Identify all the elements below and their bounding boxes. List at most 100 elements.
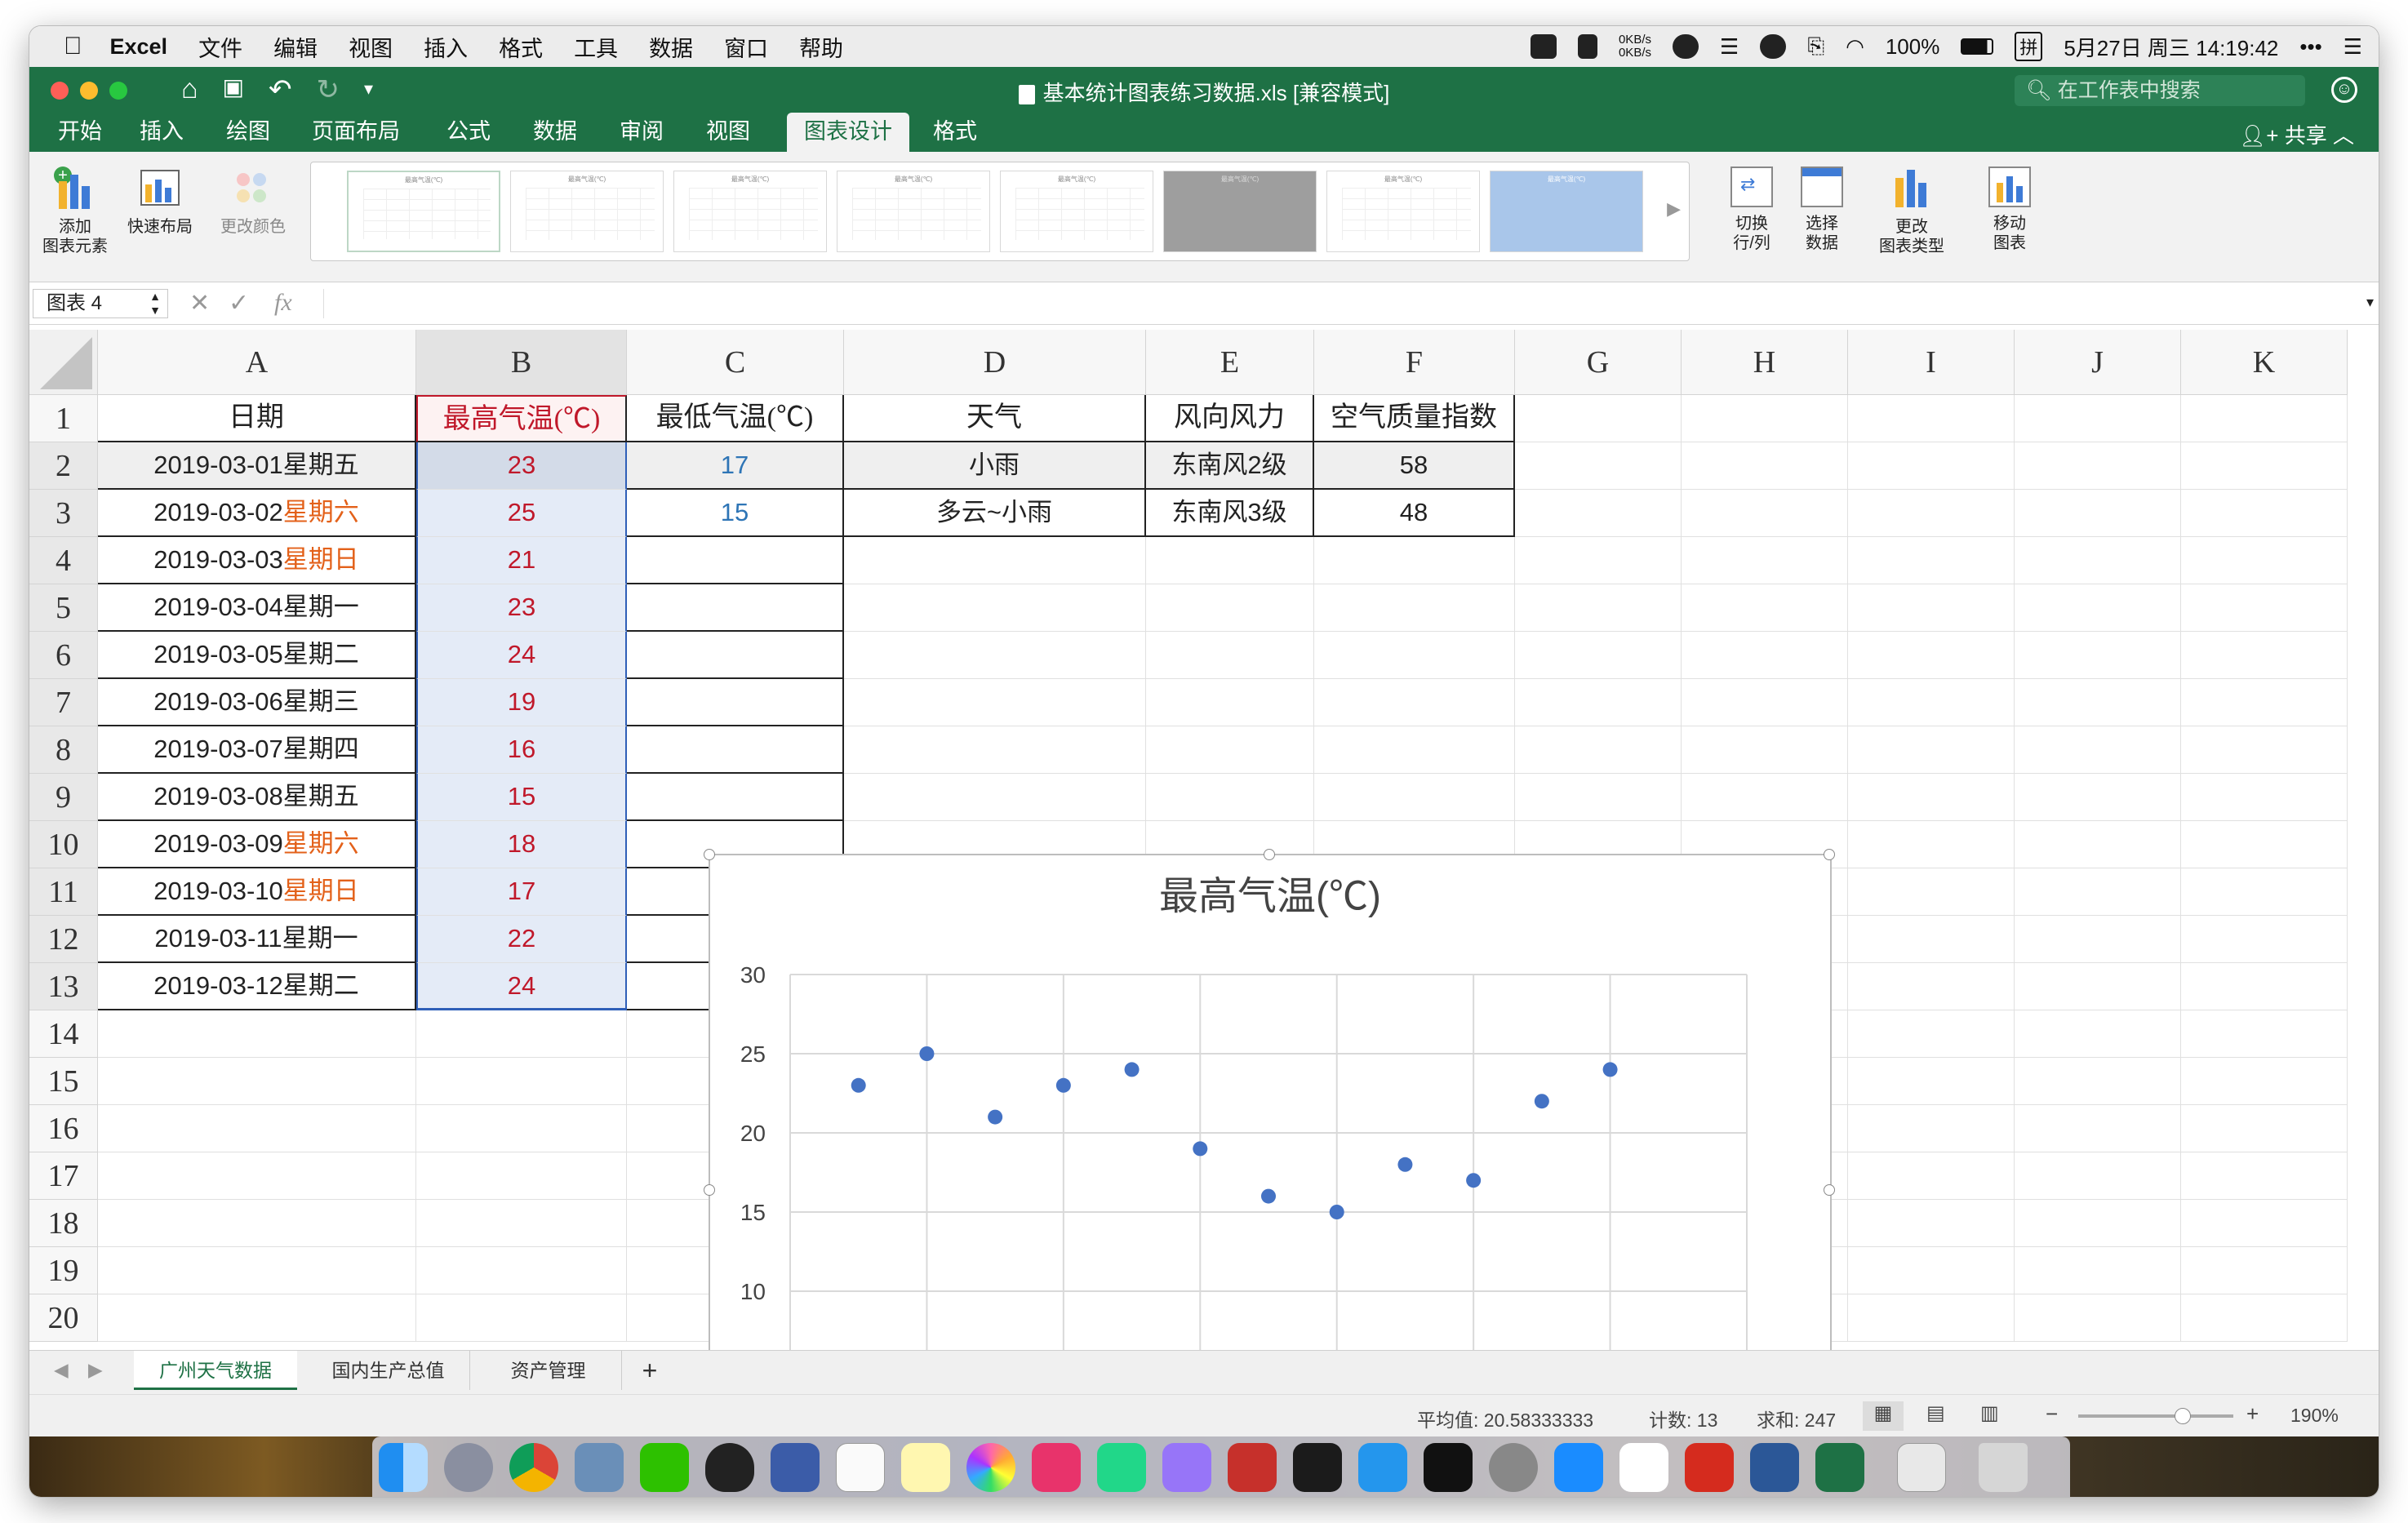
apple-icon[interactable]:  [64,33,82,60]
empty-cell[interactable] [1682,584,1848,632]
chart-style-8[interactable]: 最高气温(℃) [1490,171,1643,252]
row-header-20[interactable]: 20 [29,1294,98,1342]
high-temp-cell[interactable]: 23 [416,584,627,632]
empty-cell[interactable] [2181,490,2348,537]
empty-cell[interactable] [1682,442,1848,490]
menu-format[interactable]: 格式 [499,31,543,63]
empty-cell[interactable] [2181,916,2348,963]
normal-view-icon[interactable]: ▦ [1863,1401,1904,1431]
column-header-c[interactable]: C [627,330,844,395]
row-header-14[interactable]: 14 [29,1010,98,1058]
column-header-j[interactable]: J [2015,330,2181,395]
zoom-slider-thumb[interactable] [2175,1408,2191,1424]
column-header-a[interactable]: A [98,330,416,395]
empty-cell[interactable] [1314,632,1515,679]
video-player-icon[interactable] [771,1443,820,1492]
header-cell[interactable]: 风向风力 [1146,395,1314,442]
empty-cell[interactable] [2181,726,2348,774]
header-cell[interactable]: 最低气温(℃) [627,395,844,442]
qq-icon[interactable] [705,1443,754,1492]
date-cell[interactable]: 2019-03-07星期四 [98,726,416,774]
intellij-icon[interactable] [1032,1443,1081,1492]
empty-cell[interactable] [844,537,1146,584]
column-header-g[interactable]: G [1515,330,1682,395]
empty-cell[interactable] [844,726,1146,774]
data-point[interactable] [1193,1141,1208,1157]
high-temp-cell[interactable]: 16 [416,726,627,774]
empty-cell[interactable] [1515,442,1682,490]
prev-sheet-icon[interactable]: ◀ [54,1359,69,1381]
system-preferences-icon[interactable] [1489,1443,1538,1492]
row-header-9[interactable]: 9 [29,774,98,821]
tab-home[interactable]: 开始 [49,113,111,152]
row-header-18[interactable]: 18 [29,1200,98,1247]
empty-cell[interactable] [416,1010,627,1058]
chart-resize-handle[interactable] [1264,849,1275,860]
aqi-cell[interactable]: 58 [1314,442,1515,490]
next-sheet-icon[interactable]: ▶ [88,1359,103,1381]
empty-cell[interactable] [1146,584,1314,632]
empty-cell[interactable] [1515,490,1682,537]
quick-layout-button[interactable]: 快速布局 [119,167,201,237]
page-break-view-icon[interactable]: ▥ [1980,1401,1999,1425]
wind-cell[interactable]: 东南风3级 [1146,490,1314,537]
empty-cell[interactable] [2015,395,2181,442]
data-point[interactable] [1055,1077,1071,1093]
empty-cell[interactable] [416,1294,627,1342]
empty-cell[interactable] [1314,774,1515,821]
empty-cell[interactable] [2015,821,2181,868]
empty-cell[interactable] [98,1058,416,1105]
row-header-13[interactable]: 13 [29,963,98,1010]
empty-cell[interactable] [1515,774,1682,821]
chart-style-3[interactable]: 最高气温(℃) [673,171,827,252]
empty-cell[interactable] [98,1200,416,1247]
empty-cell[interactable] [1146,726,1314,774]
empty-cell[interactable] [2181,868,2348,916]
launchpad-icon[interactable] [444,1443,493,1492]
date-cell[interactable]: 2019-03-05星期二 [98,632,416,679]
wind-cell[interactable]: 东南风2级 [1146,442,1314,490]
row-header-17[interactable]: 17 [29,1152,98,1200]
menu-view[interactable]: 视图 [349,31,393,63]
sheet-tab-asset-management[interactable]: 资产管理 [475,1351,622,1390]
photos-icon[interactable] [966,1443,1015,1492]
row-header-15[interactable]: 15 [29,1058,98,1105]
empty-cell[interactable] [2181,1247,2348,1294]
date-cell[interactable]: 2019-03-08星期五 [98,774,416,821]
tab-insert[interactable]: 插入 [131,113,193,152]
empty-cell[interactable] [2181,1294,2348,1342]
sheet-tab-guangzhou-weather[interactable]: 广州天气数据 [134,1351,297,1390]
menu-file[interactable]: 文件 [198,31,242,63]
empty-cell[interactable] [2015,1105,2181,1152]
change-chart-type-button[interactable]: 更改 图表类型 [1871,167,1953,256]
empty-cell[interactable] [2181,442,2348,490]
more-icon[interactable]: ••• [2299,34,2321,60]
screenshot-icon[interactable] [1897,1443,1946,1492]
empty-cell[interactable] [98,1105,416,1152]
control-center-icon[interactable]: ☰ [2344,34,2362,60]
docker-icon[interactable] [1358,1443,1407,1492]
high-temp-cell[interactable]: 15 [416,774,627,821]
date-cell[interactable]: 2019-03-04星期一 [98,584,416,632]
header-cell[interactable]: 天气 [844,395,1146,442]
tab-review[interactable]: 审阅 [611,113,673,152]
column-header-e[interactable]: E [1146,330,1314,395]
empty-cell[interactable] [2015,868,2181,916]
empty-cell[interactable] [416,1247,627,1294]
feedback-smiley-icon[interactable]: ☺ [2331,77,2357,103]
tab-format[interactable]: 格式 [924,113,986,152]
header-cell[interactable]: 最高气温(℃) [416,395,627,442]
trash-icon[interactable] [1979,1443,2028,1492]
column-header-f[interactable]: F [1314,330,1515,395]
input-method-icon[interactable]: 拼 [2015,32,2043,61]
select-data-button[interactable]: 选择 数据 [1789,167,1855,253]
change-colors-button[interactable]: 更改颜色 [214,167,292,237]
empty-cell[interactable] [1682,679,1848,726]
high-temp-cell[interactable]: 25 [416,490,627,537]
clipboard-icon[interactable]: ⎘ [1807,33,1824,60]
empty-cell[interactable] [416,1105,627,1152]
battery-icon[interactable] [1961,38,1994,55]
empty-cell[interactable] [1682,774,1848,821]
excel-icon[interactable] [1815,1443,1864,1492]
high-temp-cell[interactable]: 22 [416,916,627,963]
